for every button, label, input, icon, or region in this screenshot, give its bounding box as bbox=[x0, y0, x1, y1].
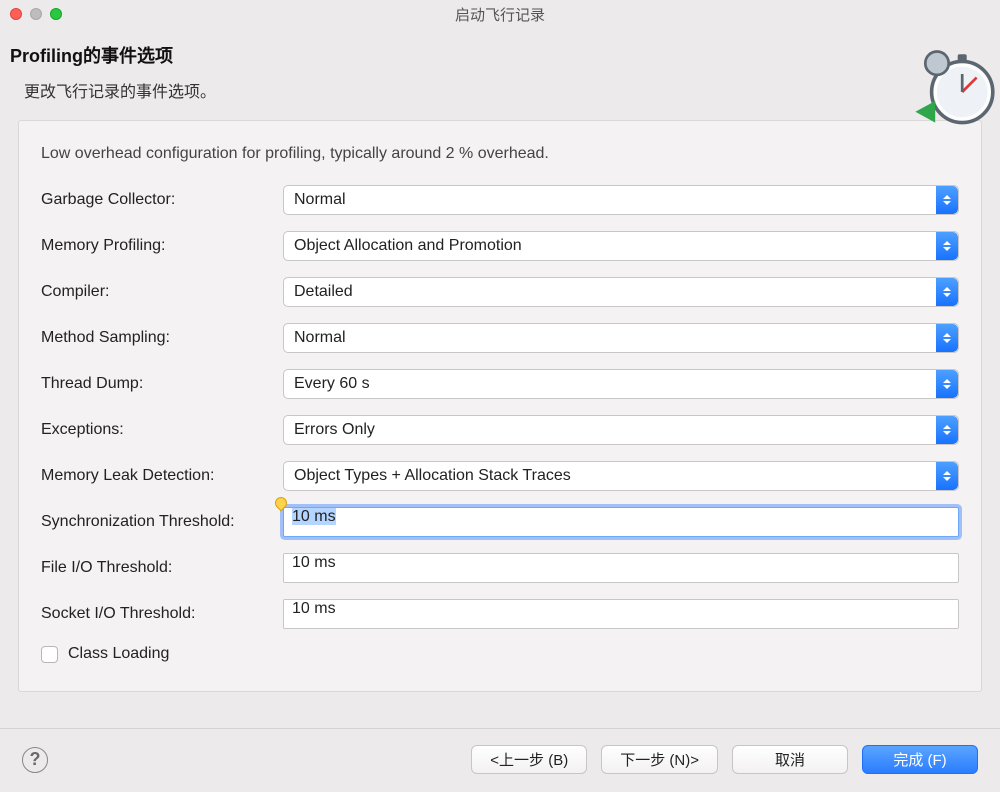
setting-select-value: Every 60 s bbox=[294, 375, 370, 393]
setting-label: Memory Profiling: bbox=[41, 237, 283, 255]
page-title: Profiling的事件选项 bbox=[10, 42, 980, 68]
titlebar: 启动飞行记录 bbox=[0, 0, 1000, 28]
setting-select-value: Errors Only bbox=[294, 421, 375, 439]
chevron-up-down-icon bbox=[936, 232, 958, 260]
setting-row: Memory Profiling: Object Allocation and P… bbox=[41, 231, 959, 261]
next-button[interactable]: 下一步 (N)> bbox=[601, 745, 718, 774]
setting-row: Synchronization Threshold:10 ms bbox=[41, 507, 959, 537]
help-icon: ? bbox=[30, 749, 41, 770]
setting-select[interactable]: Object Types + Allocation Stack Traces bbox=[283, 461, 959, 491]
back-button-label: <上一步 (B) bbox=[490, 749, 568, 770]
page-subtitle: 更改飞行记录的事件选项。 bbox=[10, 78, 980, 102]
setting-label: Memory Leak Detection: bbox=[41, 467, 283, 485]
setting-row: Thread Dump: Every 60 s bbox=[41, 369, 959, 399]
setting-label: File I/O Threshold: bbox=[41, 559, 283, 577]
setting-text-input[interactable]: 10 ms bbox=[283, 507, 959, 537]
stopwatch-icon bbox=[910, 38, 1000, 128]
chevron-up-down-icon bbox=[936, 324, 958, 352]
setting-row: File I/O Threshold:10 ms bbox=[41, 553, 959, 583]
setting-row: Compiler: Detailed bbox=[41, 277, 959, 307]
setting-row: Socket I/O Threshold:10 ms bbox=[41, 599, 959, 629]
setting-select[interactable]: Normal bbox=[283, 323, 959, 353]
chevron-up-down-icon bbox=[936, 186, 958, 214]
footer: ? <上一步 (B) 下一步 (N)> 取消 完成 (F) bbox=[0, 728, 1000, 792]
setting-select[interactable]: Every 60 s bbox=[283, 369, 959, 399]
chevron-up-down-icon bbox=[936, 370, 958, 398]
finish-button-label: 完成 (F) bbox=[893, 749, 946, 770]
setting-row: Memory Leak Detection: Object Types + All… bbox=[41, 461, 959, 491]
setting-select[interactable]: Errors Only bbox=[283, 415, 959, 445]
help-button[interactable]: ? bbox=[22, 747, 48, 773]
back-button[interactable]: <上一步 (B) bbox=[471, 745, 587, 774]
setting-label: Socket I/O Threshold: bbox=[41, 605, 283, 623]
setting-select[interactable]: Detailed bbox=[283, 277, 959, 307]
window-title: 启动飞行记录 bbox=[0, 4, 1000, 25]
finish-button[interactable]: 完成 (F) bbox=[862, 745, 978, 774]
chevron-up-down-icon bbox=[936, 462, 958, 490]
setting-label: Synchronization Threshold: bbox=[41, 513, 283, 531]
setting-select-value: Normal bbox=[294, 191, 346, 209]
setting-text-input[interactable]: 10 ms bbox=[283, 553, 959, 583]
setting-label: Exceptions: bbox=[41, 421, 283, 439]
setting-label: Method Sampling: bbox=[41, 329, 283, 347]
class-loading-checkbox[interactable] bbox=[41, 646, 58, 663]
chevron-up-down-icon bbox=[936, 416, 958, 444]
class-loading-label: Class Loading bbox=[68, 645, 169, 663]
panel-description: Low overhead configuration for profiling… bbox=[41, 145, 959, 163]
setting-label: Thread Dump: bbox=[41, 375, 283, 393]
settings-panel: Low overhead configuration for profiling… bbox=[18, 120, 982, 692]
setting-row: Method Sampling: Normal bbox=[41, 323, 959, 353]
setting-label: Compiler: bbox=[41, 283, 283, 301]
chevron-up-down-icon bbox=[936, 278, 958, 306]
setting-select-value: Object Allocation and Promotion bbox=[294, 237, 522, 255]
setting-select-value: Normal bbox=[294, 329, 346, 347]
setting-select-value: Object Types + Allocation Stack Traces bbox=[294, 467, 571, 485]
setting-row: Exceptions: Errors Only bbox=[41, 415, 959, 445]
setting-select[interactable]: Normal bbox=[283, 185, 959, 215]
cancel-button[interactable]: 取消 bbox=[732, 745, 848, 774]
setting-label: Garbage Collector: bbox=[41, 191, 283, 209]
setting-select-value: Detailed bbox=[294, 283, 353, 301]
next-button-label: 下一步 (N)> bbox=[620, 749, 699, 770]
setting-select[interactable]: Object Allocation and Promotion bbox=[283, 231, 959, 261]
banner: Profiling的事件选项 更改飞行记录的事件选项。 bbox=[0, 28, 1000, 120]
setting-text-input[interactable]: 10 ms bbox=[283, 599, 959, 629]
setting-row: Garbage Collector: Normal bbox=[41, 185, 959, 215]
cancel-button-label: 取消 bbox=[775, 749, 805, 770]
